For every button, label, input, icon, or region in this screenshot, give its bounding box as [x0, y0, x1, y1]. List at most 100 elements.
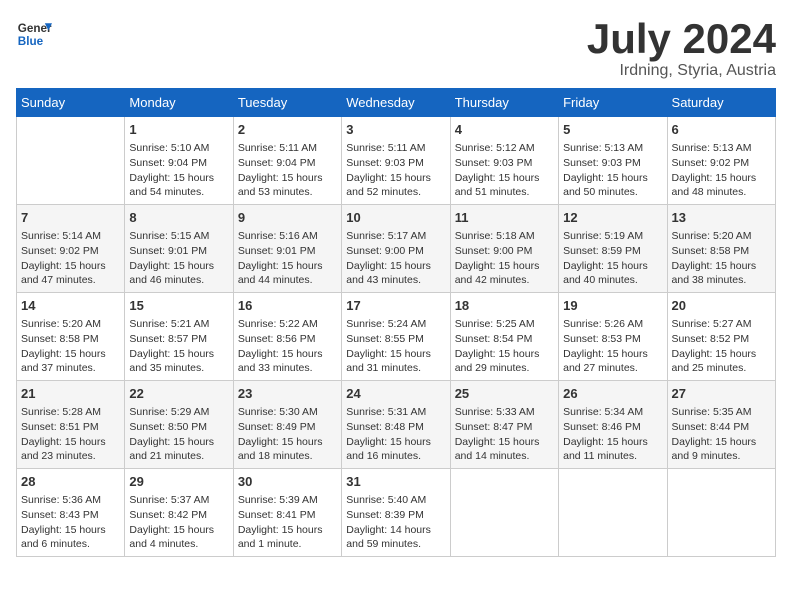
weekday-header: Tuesday	[233, 89, 341, 117]
day-info-line: Daylight: 15 hours	[21, 435, 120, 450]
day-info-line: Sunset: 8:41 PM	[238, 508, 337, 523]
day-info-line: Daylight: 15 hours	[563, 435, 662, 450]
day-info-line: and 4 minutes.	[129, 537, 228, 552]
day-info-line: and 37 minutes.	[21, 361, 120, 376]
day-number: 15	[129, 297, 228, 315]
day-info-line: Sunset: 9:03 PM	[563, 156, 662, 171]
day-info-line: Daylight: 15 hours	[563, 171, 662, 186]
day-info-line: and 59 minutes.	[346, 537, 445, 552]
day-info-line: Sunrise: 5:31 AM	[346, 405, 445, 420]
calendar-cell: 24Sunrise: 5:31 AMSunset: 8:48 PMDayligh…	[342, 381, 450, 469]
day-info-line: Sunset: 8:43 PM	[21, 508, 120, 523]
day-info-line: Sunset: 8:52 PM	[672, 332, 771, 347]
day-info-line: Daylight: 15 hours	[672, 259, 771, 274]
calendar-cell: 17Sunrise: 5:24 AMSunset: 8:55 PMDayligh…	[342, 293, 450, 381]
calendar-cell	[559, 468, 667, 556]
calendar-cell: 5Sunrise: 5:13 AMSunset: 9:03 PMDaylight…	[559, 117, 667, 205]
day-info-line: and 46 minutes.	[129, 273, 228, 288]
day-info-line: Sunset: 9:01 PM	[129, 244, 228, 259]
day-info-line: and 14 minutes.	[455, 449, 554, 464]
day-info-line: Sunrise: 5:11 AM	[346, 141, 445, 156]
day-info-line: Daylight: 15 hours	[346, 435, 445, 450]
day-info-line: and 35 minutes.	[129, 361, 228, 376]
day-info-line: Daylight: 15 hours	[346, 259, 445, 274]
weekday-header: Wednesday	[342, 89, 450, 117]
day-info-line: Daylight: 15 hours	[238, 171, 337, 186]
day-info-line: Sunset: 9:00 PM	[346, 244, 445, 259]
day-info-line: and 50 minutes.	[563, 185, 662, 200]
calendar-cell: 21Sunrise: 5:28 AMSunset: 8:51 PMDayligh…	[17, 381, 125, 469]
day-info-line: and 38 minutes.	[672, 273, 771, 288]
day-info-line: Sunset: 9:02 PM	[672, 156, 771, 171]
day-info-line: and 53 minutes.	[238, 185, 337, 200]
day-info-line: and 18 minutes.	[238, 449, 337, 464]
day-info-line: and 16 minutes.	[346, 449, 445, 464]
svg-text:Blue: Blue	[18, 35, 44, 48]
day-info-line: Daylight: 15 hours	[129, 347, 228, 362]
day-info-line: Sunset: 9:01 PM	[238, 244, 337, 259]
day-info-line: and 42 minutes.	[455, 273, 554, 288]
day-info-line: Daylight: 15 hours	[455, 347, 554, 362]
day-number: 22	[129, 385, 228, 403]
calendar-cell: 25Sunrise: 5:33 AMSunset: 8:47 PMDayligh…	[450, 381, 558, 469]
calendar-cell: 31 Sunrise: 5:40 AMSunset: 8:39 PMDayligh…	[342, 468, 450, 556]
day-info-line: Sunrise: 5:30 AM	[238, 405, 337, 420]
day-info-line: Daylight: 15 hours	[672, 171, 771, 186]
weekday-header: Friday	[559, 89, 667, 117]
day-info-line: Sunrise: 5:25 AM	[455, 317, 554, 332]
day-info-line: Sunset: 8:56 PM	[238, 332, 337, 347]
location-title: Irdning, Styria, Austria	[587, 62, 776, 80]
day-info-line: and 54 minutes.	[129, 185, 228, 200]
day-number: 4	[455, 121, 554, 139]
day-info-line: Sunrise: 5:15 AM	[129, 229, 228, 244]
day-info-line: Daylight: 14 hours	[346, 523, 445, 538]
day-info-line: Daylight: 15 hours	[238, 435, 337, 450]
calendar-cell: 30Sunrise: 5:39 AMSunset: 8:41 PMDayligh…	[233, 468, 341, 556]
day-info-line: Daylight: 15 hours	[455, 171, 554, 186]
logo: General Blue	[16, 16, 52, 52]
day-info-line: Daylight: 15 hours	[455, 435, 554, 450]
day-info-line: and 48 minutes.	[672, 185, 771, 200]
day-info-line: Sunrise: 5:26 AM	[563, 317, 662, 332]
day-number: 13	[672, 209, 771, 227]
day-info-line: Sunrise: 5:40 AM	[346, 493, 445, 508]
day-info-line: Sunrise: 5:34 AM	[563, 405, 662, 420]
day-number: 18	[455, 297, 554, 315]
calendar-cell: 3Sunrise: 5:11 AMSunset: 9:03 PMDaylight…	[342, 117, 450, 205]
day-info-line: Sunrise: 5:37 AM	[129, 493, 228, 508]
day-number: 21	[21, 385, 120, 403]
day-info-line: Daylight: 15 hours	[672, 435, 771, 450]
calendar-week-row: 7Sunrise: 5:14 AMSunset: 9:02 PMDaylight…	[17, 205, 776, 293]
day-info-line: Sunset: 8:50 PM	[129, 420, 228, 435]
day-info-line: and 31 minutes.	[346, 361, 445, 376]
day-info-line: Daylight: 15 hours	[563, 347, 662, 362]
calendar-cell	[667, 468, 775, 556]
calendar-cell: 22Sunrise: 5:29 AMSunset: 8:50 PMDayligh…	[125, 381, 233, 469]
day-info-line: Sunrise: 5:22 AM	[238, 317, 337, 332]
day-info-line: Sunset: 8:39 PM	[346, 508, 445, 523]
day-info-line: Sunset: 8:58 PM	[21, 332, 120, 347]
day-number: 3	[346, 121, 445, 139]
day-number: 14	[21, 297, 120, 315]
day-number: 16	[238, 297, 337, 315]
day-info-line: Sunset: 8:53 PM	[563, 332, 662, 347]
calendar-cell: 13Sunrise: 5:20 AMSunset: 8:58 PMDayligh…	[667, 205, 775, 293]
day-number: 30	[238, 473, 337, 491]
calendar-cell: 18Sunrise: 5:25 AMSunset: 8:54 PMDayligh…	[450, 293, 558, 381]
day-info-line: Daylight: 15 hours	[129, 259, 228, 274]
day-info-line: and 23 minutes.	[21, 449, 120, 464]
day-info-line: Sunrise: 5:27 AM	[672, 317, 771, 332]
weekday-header: Sunday	[17, 89, 125, 117]
day-info-line: Sunset: 8:44 PM	[672, 420, 771, 435]
calendar-cell: 9Sunrise: 5:16 AMSunset: 9:01 PMDaylight…	[233, 205, 341, 293]
day-info-line: Sunset: 8:57 PM	[129, 332, 228, 347]
day-info-line: Sunrise: 5:10 AM	[129, 141, 228, 156]
calendar-cell: 10Sunrise: 5:17 AMSunset: 9:00 PMDayligh…	[342, 205, 450, 293]
calendar-cell: 16Sunrise: 5:22 AMSunset: 8:56 PMDayligh…	[233, 293, 341, 381]
day-info-line: and 51 minutes.	[455, 185, 554, 200]
day-info-line: Daylight: 15 hours	[563, 259, 662, 274]
calendar-cell	[17, 117, 125, 205]
day-info-line: and 1 minute.	[238, 537, 337, 552]
day-number: 31	[346, 473, 445, 491]
calendar-cell: 23Sunrise: 5:30 AMSunset: 8:49 PMDayligh…	[233, 381, 341, 469]
